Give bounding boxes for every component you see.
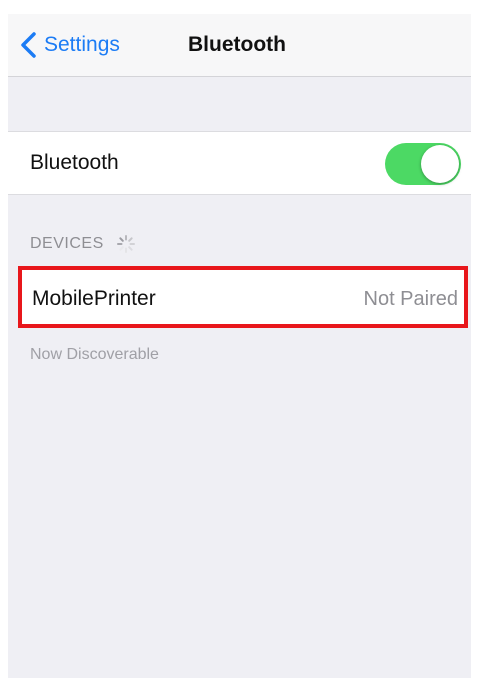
back-button[interactable]: Settings xyxy=(18,30,120,60)
device-name: MobilePrinter xyxy=(32,287,156,310)
bluetooth-toggle-row: Bluetooth xyxy=(8,131,471,195)
devices-section-label: DEVICES xyxy=(30,235,104,252)
bluetooth-switch[interactable] xyxy=(385,143,461,185)
bluetooth-toggle-label: Bluetooth xyxy=(30,151,119,174)
chevron-left-icon xyxy=(21,32,36,58)
page-title: Bluetooth xyxy=(188,33,286,56)
navigation-bar: Settings Bluetooth xyxy=(8,14,471,77)
settings-screen: Settings Bluetooth Bluetooth DEVICES Mob… xyxy=(8,14,471,678)
spinner-icon xyxy=(116,235,135,253)
devices-section-header: DEVICES xyxy=(30,233,136,255)
back-button-label: Settings xyxy=(44,33,120,56)
device-status: Not Paired xyxy=(363,288,459,310)
switch-knob xyxy=(421,145,459,183)
device-row-mobileprinter[interactable]: MobilePrinter Not Paired xyxy=(18,266,468,328)
discoverable-status-text: Now Discoverable xyxy=(30,346,159,363)
